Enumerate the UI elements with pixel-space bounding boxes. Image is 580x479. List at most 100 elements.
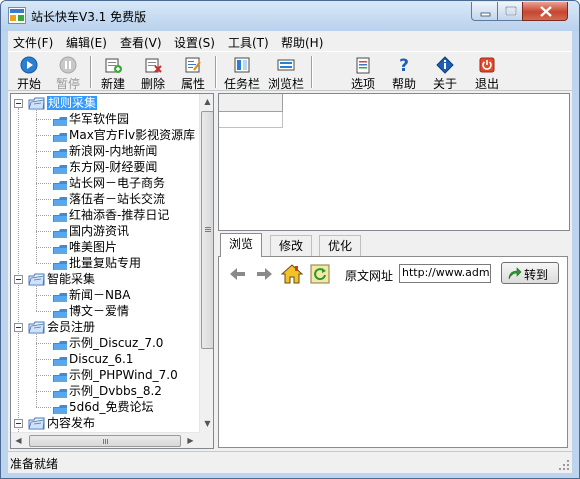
menu-bar: 文件(F) 编辑(E) 查看(V) 设置(S) 工具(T) 帮助(H) [8, 31, 572, 51]
item-folder-icon [53, 227, 68, 238]
exit-icon [479, 57, 495, 73]
new-document-icon [105, 58, 122, 73]
title-bar[interactable]: 站长快车V3.1 免费版 [1, 1, 579, 31]
scroll-left-arrow-icon[interactable]: ◀ [11, 433, 26, 448]
tree-item-label: 博文－爱情 [69, 304, 130, 318]
tree-item-label: Max官方Flv影视资源库 [69, 128, 196, 142]
menu-settings[interactable]: 设置(S) [174, 34, 215, 51]
taskbar-icon [234, 57, 250, 73]
tree-rows: 规则采集 华军软件园 Max官方Flv影视资源库 新浪网-内地新闻 东方网-财经要闻 站长… [11, 95, 199, 444]
tree-horizontal-scrollbar[interactable]: ◀ ▶ [11, 432, 199, 448]
grid-header-cell[interactable] [219, 94, 283, 112]
forward-arrow-icon[interactable] [253, 263, 275, 285]
folder-icon [28, 273, 45, 286]
grid-cell[interactable] [219, 112, 283, 128]
browse-panel: 原文网址 http://www.admin 转到 [218, 256, 568, 448]
item-folder-icon [53, 387, 68, 398]
close-button[interactable] [522, 2, 568, 21]
tree-group-label: 会员注册 [47, 320, 96, 334]
minimize-button[interactable] [471, 2, 498, 21]
resize-grip-icon[interactable] [558, 459, 570, 471]
app-icon [8, 7, 26, 24]
tab-modify[interactable]: 修改 [270, 235, 313, 257]
back-arrow-icon[interactable] [227, 263, 249, 285]
tab-optimize[interactable]: 优化 [319, 235, 362, 257]
tab-browse[interactable]: 浏览 [220, 233, 263, 257]
pause-button[interactable]: 暂停 [49, 54, 87, 91]
menu-tools[interactable]: 工具(T) [228, 34, 269, 51]
tree-vertical-scrollbar[interactable]: ▲ ▼ [199, 94, 213, 432]
tree-item-label: 唯美图片 [69, 240, 118, 254]
tree-item-label: 国内游资讯 [69, 224, 130, 238]
tree-item-label: 落伍者－站长交流 [69, 192, 166, 206]
scroll-thumb[interactable] [29, 435, 181, 447]
about-button[interactable]: 关于 [426, 54, 464, 91]
item-folder-icon [53, 355, 68, 366]
minimize-icon [480, 12, 491, 17]
data-grid[interactable] [218, 93, 570, 231]
collapse-toggle-icon[interactable] [14, 275, 23, 284]
scroll-right-arrow-icon[interactable]: ▶ [183, 433, 198, 448]
scroll-down-arrow-icon[interactable]: ▼ [200, 416, 213, 431]
client-area: 文件(F) 编辑(E) 查看(V) 设置(S) 工具(T) 帮助(H) 开始 暂… [8, 31, 572, 473]
go-button[interactable]: 转到 [501, 262, 559, 284]
close-icon [540, 6, 552, 17]
tree-item-label: 新浪网-内地新闻 [69, 144, 158, 158]
scrollbar-corner [199, 432, 213, 448]
window-title: 站长快车V3.1 免费版 [31, 10, 147, 24]
item-folder-icon [53, 339, 68, 350]
tree-item-label: 新闻－NBA [69, 288, 131, 302]
taskbar-button[interactable]: 任务栏 [220, 54, 264, 91]
delete-icon [145, 58, 162, 73]
properties-button[interactable]: 属性 [174, 54, 212, 91]
item-folder-icon [53, 291, 68, 302]
options-button[interactable]: 选项 [344, 54, 382, 91]
scroll-thumb[interactable] [201, 111, 213, 349]
item-folder-icon [53, 179, 68, 190]
menu-help[interactable]: 帮助(H) [281, 34, 323, 51]
refresh-icon[interactable] [309, 263, 331, 285]
item-folder-icon [53, 307, 68, 318]
tree-group-label: 智能采集 [47, 272, 96, 286]
tree-item-label: 5d6d_免费论坛 [69, 400, 154, 414]
maximize-button[interactable] [497, 2, 523, 21]
properties-icon [185, 57, 201, 73]
tree-item-label: 站长网－电子商务 [69, 176, 166, 190]
options-icon [356, 57, 370, 74]
go-arrow-icon [508, 267, 522, 280]
new-button[interactable]: 新建 [94, 54, 132, 91]
item-folder-icon [53, 195, 68, 206]
start-button[interactable]: 开始 [10, 54, 48, 91]
toolbar-separator [311, 56, 313, 88]
collapse-toggle-icon[interactable] [14, 419, 23, 428]
exit-button[interactable]: 退出 [468, 54, 506, 91]
browserbar-icon [277, 59, 295, 71]
item-folder-icon [53, 147, 68, 158]
url-input[interactable]: http://www.admin [399, 264, 491, 283]
tree-group-item[interactable]: 智能采集 [11, 271, 199, 287]
tree-group-item[interactable]: 规则采集 [11, 95, 199, 111]
toolbar-separator [215, 56, 217, 88]
tree-group-item[interactable]: 会员注册 [11, 319, 199, 335]
menu-view[interactable]: 查看(V) [120, 34, 162, 51]
status-bar: 准备就绪 [8, 451, 572, 473]
tab-container: 浏览 修改 优化 原文网址 http://www.admin 转到 [218, 231, 570, 449]
help-button[interactable]: ? 帮助 [385, 54, 423, 91]
menu-file[interactable]: 文件(F) [13, 34, 53, 51]
folder-icon [28, 417, 45, 430]
folder-icon [28, 321, 45, 334]
delete-button[interactable]: 删除 [134, 54, 172, 91]
tree-group-item[interactable]: 内容发布 [11, 415, 199, 431]
menu-edit[interactable]: 编辑(E) [66, 34, 107, 51]
browserbar-button[interactable]: 浏览栏 [264, 54, 308, 91]
task-tree[interactable]: 规则采集 华军软件园 Max官方Flv影视资源库 新浪网-内地新闻 东方网-财经要闻 站长… [10, 93, 214, 449]
collapse-toggle-icon[interactable] [14, 323, 23, 332]
tree-item-label: 红袖添香-推荐日记 [69, 208, 170, 222]
folder-icon [28, 97, 45, 110]
maximize-icon [505, 6, 517, 16]
collapse-toggle-icon[interactable] [14, 99, 23, 108]
tree-item-label: 示例_PHPWind_7.0 [69, 368, 178, 382]
item-folder-icon [53, 371, 68, 382]
home-icon[interactable] [281, 263, 303, 285]
scroll-up-arrow-icon[interactable]: ▲ [200, 94, 213, 109]
